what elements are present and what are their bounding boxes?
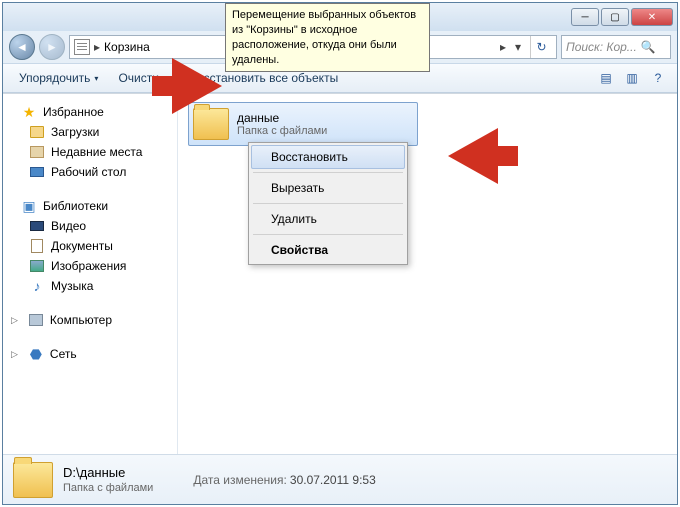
expand-icon: ▷ [11, 315, 18, 326]
organize-label: Упорядочить [19, 71, 90, 85]
search-icon: 🔍 [641, 40, 656, 54]
file-item-selected[interactable]: данные Папка с файлами [188, 102, 418, 146]
sidebar-computer: ▷ Компьютер [7, 310, 173, 330]
documents-icon [31, 239, 43, 253]
context-separator [253, 234, 403, 235]
status-subtitle: Папка с файлами [63, 482, 153, 494]
libraries-icon: ▣ [21, 198, 37, 214]
desktop-icon [30, 167, 44, 177]
view-button[interactable]: ▤ [595, 67, 617, 89]
address-dropdown-icon[interactable]: ▾ [510, 40, 526, 54]
sidebar-item-recent[interactable]: Недавние места [7, 142, 173, 162]
sidebar-libraries-header[interactable]: ▣ Библиотеки [7, 196, 173, 216]
file-name: данные [237, 111, 327, 125]
status-bar: D:\данные Папка с файлами Дата изменения… [3, 454, 677, 504]
context-cut[interactable]: Вырезать [251, 176, 405, 200]
breadcrumb-sep-icon[interactable]: ▸ [500, 40, 506, 54]
sidebar-item-images[interactable]: Изображения [7, 256, 173, 276]
body: ★ Избранное Загрузки Недавние места Рабоч… [3, 93, 677, 454]
chevron-down-icon: ▾ [94, 74, 98, 83]
minimize-button[interactable]: ─ [571, 8, 599, 26]
status-meta-value: 30.07.2011 9:53 [290, 473, 376, 487]
refresh-button[interactable]: ↻ [530, 36, 552, 58]
maximize-button[interactable]: ▢ [601, 8, 629, 26]
breadcrumb-sep-icon: ▸ [94, 40, 100, 54]
status-meta: Дата изменения: 30.07.2011 9:53 [193, 473, 375, 487]
close-button[interactable]: ✕ [631, 8, 673, 26]
sidebar-computer-header[interactable]: ▷ Компьютер [7, 310, 173, 330]
sidebar-item-video[interactable]: Видео [7, 216, 173, 236]
sidebar-libraries: ▣Библиотеки Видео Документы Изображения … [7, 196, 173, 296]
content-pane[interactable]: данные Папка с файлами Восстановить Выре… [178, 94, 677, 454]
computer-icon [29, 314, 43, 326]
status-text: D:\данные Папка с файлами [63, 465, 153, 494]
recent-icon [30, 146, 44, 158]
sidebar-favorites-header[interactable]: ★ Избранное [7, 102, 173, 122]
sidebar-item-label: Изображения [51, 259, 126, 273]
network-icon: ⬣ [28, 346, 44, 362]
images-icon [30, 260, 44, 272]
downloads-icon [30, 126, 44, 138]
window-controls: ─ ▢ ✕ [571, 8, 673, 26]
explorer-window: ─ ▢ ✕ ◄ ► ▸ Корзина ▸ ▾ ↻ Поиск: Кор... … [2, 2, 678, 505]
context-separator [253, 172, 403, 173]
back-button[interactable]: ◄ [9, 34, 35, 60]
sidebar-item-label: Недавние места [51, 145, 142, 159]
status-meta-label: Дата изменения: [193, 473, 287, 487]
sidebar-item-label: Музыка [51, 279, 93, 293]
context-menu: Восстановить Вырезать Удалить Свойства [248, 142, 408, 265]
star-icon: ★ [21, 104, 37, 120]
favorites-label: Избранное [43, 105, 104, 119]
annotation-arrow [448, 128, 498, 184]
forward-button[interactable]: ► [39, 34, 65, 60]
context-separator [253, 203, 403, 204]
sidebar-network: ▷ ⬣ Сеть [7, 344, 173, 364]
folder-icon [13, 462, 53, 498]
sidebar-favorites: ★ Избранное Загрузки Недавние места Рабоч… [7, 102, 173, 182]
tooltip: Перемещение выбранных объектов из "Корзи… [225, 3, 430, 72]
music-icon: ♪ [29, 278, 45, 294]
sidebar-item-music[interactable]: ♪ Музыка [7, 276, 173, 296]
status-path: D:\данные [63, 465, 153, 480]
sidebar: ★ Избранное Загрузки Недавние места Рабоч… [3, 94, 178, 454]
file-text: данные Папка с файлами [237, 111, 327, 137]
libraries-label: Библиотеки [43, 199, 108, 213]
organize-button[interactable]: Упорядочить ▾ [11, 67, 106, 89]
context-restore[interactable]: Восстановить [251, 145, 405, 169]
help-button[interactable]: ? [647, 67, 669, 89]
sidebar-item-desktop[interactable]: Рабочий стол [7, 162, 173, 182]
context-properties[interactable]: Свойства [251, 238, 405, 262]
sidebar-item-label: Рабочий стол [51, 165, 126, 179]
preview-pane-button[interactable]: ▥ [621, 67, 643, 89]
computer-label: Компьютер [50, 313, 112, 327]
expand-icon: ▷ [11, 349, 18, 360]
sidebar-item-documents[interactable]: Документы [7, 236, 173, 256]
context-delete[interactable]: Удалить [251, 207, 405, 231]
annotation-arrow [172, 58, 222, 114]
sidebar-item-label: Видео [51, 219, 86, 233]
recycle-bin-icon [74, 39, 90, 55]
sidebar-item-label: Загрузки [51, 125, 99, 139]
search-placeholder: Поиск: Кор... [566, 40, 637, 54]
search-input[interactable]: Поиск: Кор... 🔍 [561, 35, 671, 59]
sidebar-item-label: Документы [51, 239, 113, 253]
file-subtitle: Папка с файлами [237, 125, 327, 137]
sidebar-network-header[interactable]: ▷ ⬣ Сеть [7, 344, 173, 364]
sidebar-item-downloads[interactable]: Загрузки [7, 122, 173, 142]
video-icon [30, 221, 44, 231]
network-label: Сеть [50, 347, 77, 361]
